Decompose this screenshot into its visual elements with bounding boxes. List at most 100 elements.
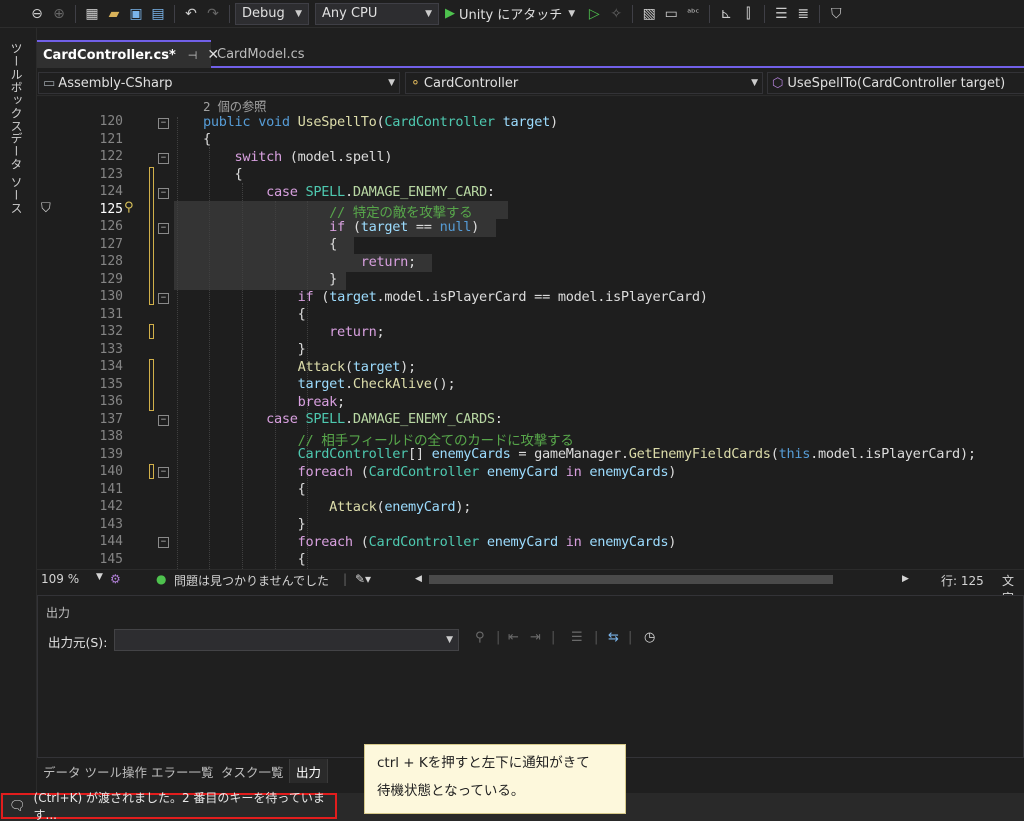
- format-icon[interactable]: ⫿: [737, 3, 759, 25]
- line-number: 139: [99, 446, 123, 462]
- chevron-down-icon: ▼: [568, 8, 576, 19]
- code-editor[interactable]: ⛉ ⚲ − − − − − − − − 2 個の参照 120 121 122 123 1…: [37, 97, 1024, 569]
- code-line: target.CheckAlive();: [297, 376, 456, 392]
- chevron-down-icon: ▼: [751, 78, 758, 88]
- tab-title: CardController.cs*: [43, 47, 176, 63]
- fold-toggle[interactable]: −: [158, 118, 169, 129]
- code-line: {: [203, 236, 338, 252]
- save-all-icon[interactable]: ▤: [147, 3, 169, 25]
- undo-icon[interactable]: ↶: [180, 3, 202, 25]
- new-project-icon[interactable]: ▦: [81, 3, 103, 25]
- code-line: return;: [360, 254, 417, 270]
- callout-line: 待機状態となっている。: [377, 783, 525, 799]
- line-number: 124: [99, 184, 123, 199]
- annotation-callout: ctrl + Kを押すと左下に通知がきて 待機状態となっている。: [364, 744, 626, 814]
- project-name: Assembly-CSharp: [58, 75, 173, 91]
- data-source-tab[interactable]: データ ソース: [8, 132, 25, 215]
- line-number: 140: [99, 464, 123, 479]
- bookmark-icon[interactable]: ⛉: [41, 201, 51, 216]
- toolbar-divider: [632, 4, 634, 23]
- change-marker: [149, 464, 154, 479]
- left-tool-sidebar: ツールボックス データ ソース: [0, 28, 37, 793]
- code-line: CardController[] enemyCards = gameManage…: [297, 446, 976, 462]
- fold-toggle[interactable]: −: [158, 188, 169, 199]
- toolbox-tab[interactable]: ツールボックス: [8, 42, 25, 133]
- member-name: UseSpellTo(CardController target): [787, 75, 1006, 91]
- status-message: (Ctrl+K) が渡されました。2 番目のキーを待っています...: [33, 791, 325, 821]
- indent-icon[interactable]: ☰: [770, 3, 792, 25]
- redo-icon[interactable]: ↷: [202, 3, 224, 25]
- outdent-icon[interactable]: ≣: [792, 3, 814, 25]
- bookmark-icon[interactable]: ⛉: [825, 3, 847, 25]
- clock-icon[interactable]: ◷: [644, 630, 655, 645]
- issues-status[interactable]: 問題は見つかりませんでした: [174, 572, 329, 589]
- fold-toggle[interactable]: −: [158, 293, 169, 304]
- breakpoint-icon[interactable]: ⊾: [715, 3, 737, 25]
- codelens-references[interactable]: 2 個の参照: [203, 97, 267, 115]
- lightbulb-icon[interactable]: ⚲: [124, 200, 134, 215]
- open-folder-icon[interactable]: ▰: [103, 3, 125, 25]
- tab-cardcontroller[interactable]: CardController.cs* ⊣ ✕: [37, 40, 219, 68]
- toolbar-divider: [709, 4, 711, 23]
- spell-check-icon[interactable]: ᵃᵇᶜ: [682, 3, 704, 25]
- scroll-right-icon[interactable]: ▶: [902, 574, 909, 584]
- line-number: 135: [99, 376, 123, 392]
- window-layout-icon[interactable]: ▭: [660, 3, 682, 25]
- hot-reload-icon[interactable]: ✧: [605, 3, 627, 25]
- find-in-output-icon[interactable]: ⚲: [475, 630, 485, 645]
- next-message-icon[interactable]: ⇥: [530, 630, 541, 645]
- fold-toggle[interactable]: −: [158, 415, 169, 426]
- fold-toggle[interactable]: −: [158, 467, 169, 478]
- tab-task-list[interactable]: タスク一覧: [221, 762, 284, 781]
- word-wrap-icon[interactable]: ⇆: [608, 630, 619, 645]
- fold-toggle[interactable]: −: [158, 537, 169, 548]
- cleanup-icon[interactable]: ✎▾: [355, 572, 371, 586]
- scroll-left-icon[interactable]: ◀: [415, 574, 422, 584]
- line-number: 131: [99, 306, 123, 322]
- fold-toggle[interactable]: −: [158, 153, 169, 164]
- line-number: 123: [99, 166, 123, 182]
- prev-message-icon[interactable]: ⇤: [508, 630, 519, 645]
- clear-all-icon[interactable]: ☰: [571, 630, 583, 645]
- platform-value: Any CPU: [322, 6, 378, 21]
- line-number: 143: [99, 516, 123, 532]
- tab-output[interactable]: 出力: [289, 759, 329, 783]
- code-line: }: [203, 341, 306, 357]
- forward-nav-icon[interactable]: ⊕: [48, 3, 70, 25]
- type-name: CardController: [423, 75, 519, 91]
- pin-icon[interactable]: ⊣: [188, 49, 198, 62]
- change-marker: [149, 359, 154, 411]
- navigation-bar: ▭ Assembly-CSharp ▼ ⚬ CardController ▼ ⬡…: [37, 70, 1024, 96]
- attach-unity-button[interactable]: ▶ Unity にアタッチ ▼: [445, 4, 575, 23]
- tab-data-tools[interactable]: データ ツール操作: [43, 762, 147, 781]
- start-without-debug-icon[interactable]: ▷: [583, 3, 605, 25]
- document-tab-strip: CardController.cs* ⊣ ✕ CardModel.cs: [37, 40, 1024, 68]
- copilot-icon[interactable]: ⚙: [110, 572, 121, 586]
- chevron-down-icon: ▼: [295, 8, 302, 19]
- line-number: 145: [99, 551, 123, 567]
- zoom-level[interactable]: 109 %: [41, 572, 79, 586]
- chevron-down-icon[interactable]: ▼: [96, 572, 103, 582]
- code-line: {: [203, 306, 306, 322]
- back-nav-icon[interactable]: ⊖: [26, 3, 48, 25]
- line-number: 121: [99, 131, 123, 147]
- horizontal-scrollbar[interactable]: [429, 575, 833, 584]
- output-source-dropdown[interactable]: ▼: [114, 629, 459, 651]
- configuration-dropdown[interactable]: Debug ▼: [235, 2, 309, 25]
- project-dropdown[interactable]: ▭ Assembly-CSharp ▼: [38, 72, 400, 94]
- save-icon[interactable]: ▣: [125, 3, 147, 25]
- solution-explorer-icon[interactable]: ▧: [638, 3, 660, 25]
- code-line: case SPELL.DAMAGE_ENEMY_CARD:: [266, 184, 495, 200]
- line-number: 136: [99, 394, 123, 409]
- fold-toggle[interactable]: −: [158, 223, 169, 234]
- toolbar-divider: [75, 4, 76, 23]
- class-icon: ⚬: [410, 75, 421, 91]
- notification-icon[interactable]: 🗨: [9, 799, 26, 814]
- tab-cardmodel[interactable]: CardModel.cs: [211, 40, 311, 68]
- type-dropdown[interactable]: ⚬ CardController ▼: [405, 72, 763, 94]
- platform-dropdown[interactable]: Any CPU ▼: [315, 2, 439, 25]
- code-line: case SPELL.DAMAGE_ENEMY_CARDS:: [266, 411, 503, 427]
- method-icon: ⬡: [772, 75, 784, 91]
- tab-error-list[interactable]: エラー一覧: [151, 762, 214, 781]
- member-dropdown[interactable]: ⬡ UseSpellTo(CardController target): [767, 72, 1024, 94]
